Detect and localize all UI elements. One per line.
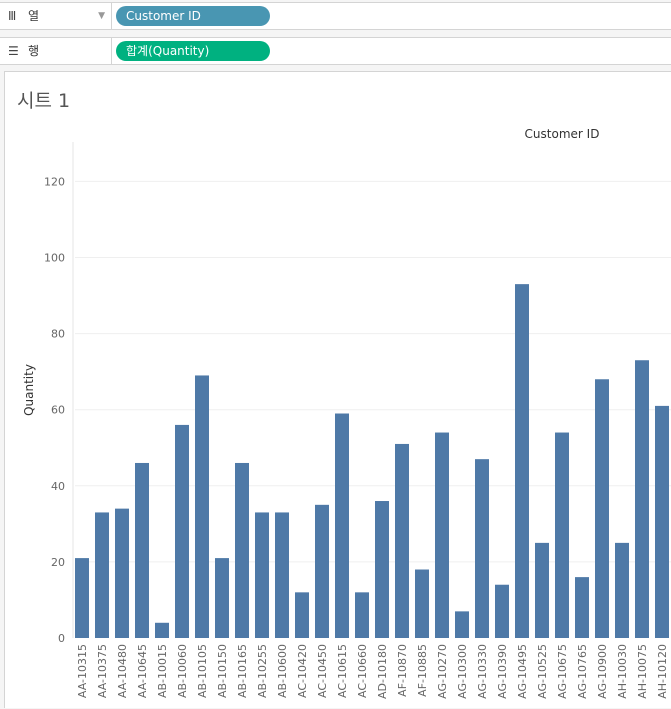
bar-AB-10105[interactable] [195, 375, 209, 638]
x-tick-label: AF-10870 [396, 644, 409, 697]
columns-shelf: Ⅲ 열 ▼ Customer ID [0, 2, 671, 30]
x-tick-label: AG-10390 [496, 644, 509, 699]
x-tick-label: AB-10600 [276, 644, 289, 698]
bar-AB-10060[interactable] [175, 424, 189, 638]
x-tick-label: AD-10180 [376, 644, 389, 699]
x-tick-label: AA-10645 [136, 644, 149, 698]
bar-AH-10120[interactable] [655, 405, 669, 638]
x-tick-label: AF-10885 [416, 644, 429, 697]
quantity-pill[interactable]: 합계(Quantity) [116, 41, 270, 61]
chart-bars [75, 284, 669, 638]
bar-AC-10615[interactable] [335, 413, 349, 638]
chart-title: Customer ID [525, 127, 600, 141]
x-tick-label: AA-10375 [96, 644, 109, 698]
bar-AB-10165[interactable] [235, 462, 249, 638]
x-tick-label: AH-10030 [616, 644, 629, 699]
x-tick-label: AG-10330 [476, 644, 489, 699]
y-tick-label: 40 [51, 480, 65, 493]
y-tick-label: 120 [44, 175, 65, 188]
columns-shelf-label: Ⅲ 열 ▼ [0, 3, 112, 29]
x-tick-label: AB-10165 [236, 644, 249, 698]
x-axis-ticks: AA-10315 AA-10375 AA-10480 AA-10645 AB-10015… [76, 644, 669, 699]
x-tick-label: AG-10765 [576, 644, 589, 699]
x-tick-label: AH-10120 [656, 644, 669, 699]
worksheet: 시트 1 0 20 40 60 80 100 120 AA-10315 AA-10375 AA-… [4, 71, 671, 708]
x-tick-label: AC-10450 [316, 644, 329, 698]
bar-AG-10495[interactable] [515, 284, 529, 638]
x-tick-label: AB-10060 [176, 644, 189, 698]
columns-icon: Ⅲ [8, 9, 17, 23]
bar-AA-10375[interactable] [95, 512, 109, 638]
x-tick-label: AG-10495 [516, 644, 529, 699]
bar-AF-10870[interactable] [395, 443, 409, 638]
x-tick-label: AG-10525 [536, 644, 549, 699]
y-tick-label: 60 [51, 404, 65, 417]
bar-AH-10075[interactable] [635, 360, 649, 638]
bar-AB-10600[interactable] [275, 512, 289, 638]
x-tick-label: AB-10255 [256, 644, 269, 698]
y-tick-label: 80 [51, 328, 65, 341]
bar-AB-10150[interactable] [215, 558, 229, 638]
bar-AH-10030[interactable] [615, 542, 629, 638]
x-tick-label: AG-10300 [456, 644, 469, 699]
bar-AG-10390[interactable] [495, 584, 509, 638]
bar-AC-10420[interactable] [295, 592, 309, 638]
bar-AC-10660[interactable] [355, 592, 369, 638]
rows-shelf-label: ☰ 행 [0, 38, 112, 64]
chevron-down-icon[interactable]: ▼ [98, 3, 105, 29]
y-tick-label: 20 [51, 556, 65, 569]
bar-AG-10300[interactable] [455, 611, 469, 638]
chart-grid [72, 142, 671, 638]
bar-AG-10675[interactable] [555, 432, 569, 638]
bar-AA-10480[interactable] [115, 508, 129, 638]
x-tick-label: AC-10420 [296, 644, 309, 698]
x-tick-label: AG-10900 [596, 644, 609, 699]
bar-AG-10525[interactable] [535, 542, 549, 638]
bar-AG-10765[interactable] [575, 577, 589, 638]
bar-AD-10180[interactable] [375, 501, 389, 638]
bar-AF-10885[interactable] [415, 569, 429, 638]
x-tick-label: AC-10615 [336, 644, 349, 698]
y-tick-label: 0 [58, 632, 65, 645]
rows-icon: ☰ [8, 44, 19, 58]
customer-id-pill[interactable]: Customer ID [116, 6, 270, 26]
bar-AB-10015[interactable] [155, 622, 169, 638]
bar-AC-10450[interactable] [315, 504, 329, 638]
x-tick-label: AG-10270 [436, 644, 449, 699]
x-tick-label: AB-10150 [216, 644, 229, 698]
x-tick-label: AA-10315 [76, 644, 89, 698]
x-tick-label: AA-10480 [116, 644, 129, 698]
y-axis-ticks: 0 20 40 60 80 100 120 [44, 175, 65, 645]
x-tick-label: AB-10015 [156, 644, 169, 698]
y-tick-label: 100 [44, 252, 65, 265]
x-tick-label: AB-10105 [196, 644, 209, 698]
x-tick-label: AG-10675 [556, 644, 569, 699]
bar-AB-10255[interactable] [255, 512, 269, 638]
rows-shelf-text: 행 [28, 44, 40, 58]
bar-AG-10270[interactable] [435, 432, 449, 638]
bar-AG-10900[interactable] [595, 379, 609, 638]
bar-AA-10315[interactable] [75, 558, 89, 638]
x-tick-label: AC-10660 [356, 644, 369, 698]
bar-AG-10330[interactable] [475, 459, 489, 638]
bar-AA-10645[interactable] [135, 462, 149, 638]
y-axis-label: Quantity [22, 364, 36, 416]
rows-shelf: ☰ 행 합계(Quantity) [0, 37, 671, 65]
columns-shelf-text: 열 [28, 9, 40, 23]
x-tick-label: AH-10075 [636, 644, 649, 699]
bar-chart: 0 20 40 60 80 100 120 AA-10315 AA-10375 AA-10480… [22, 127, 671, 699]
